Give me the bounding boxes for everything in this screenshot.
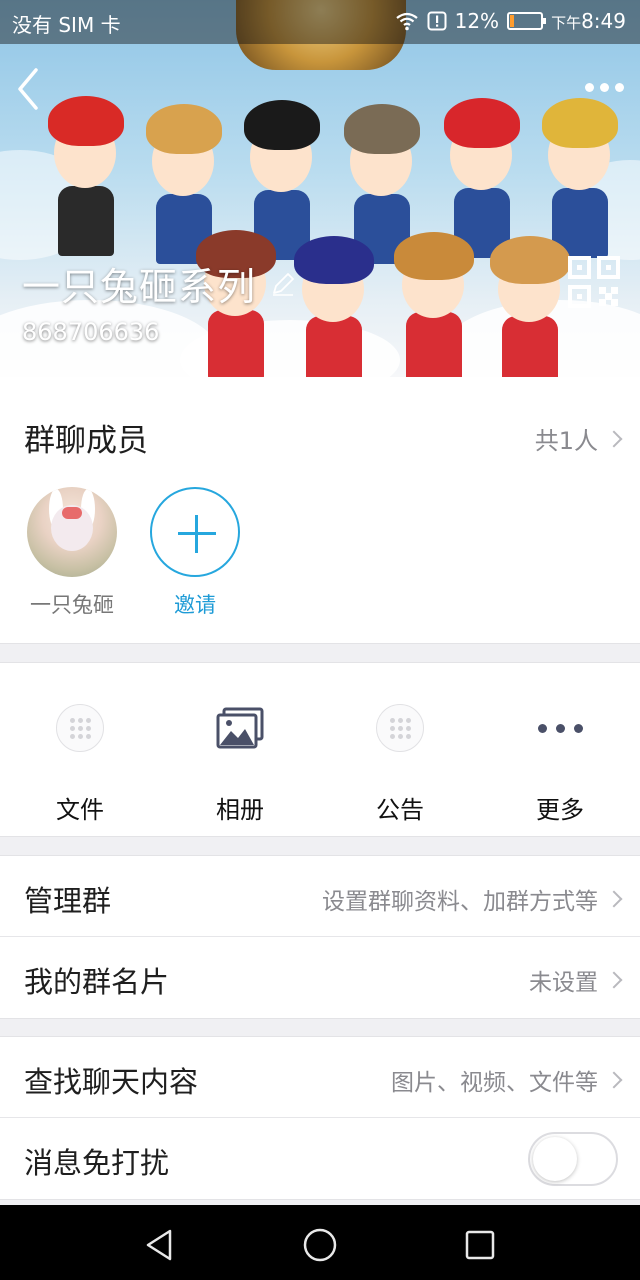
quick-action-label: 文件	[56, 796, 104, 824]
battery-icon	[507, 12, 547, 30]
quick-action-label: 更多	[536, 796, 584, 824]
invite-label: 邀请	[174, 593, 216, 617]
search-chat-content-row[interactable]: 查找聊天内容 图片、视频、文件等	[0, 1037, 640, 1118]
back-arrow-icon	[18, 68, 38, 110]
chevron-right-icon	[605, 890, 623, 908]
quick-actions-bar: 文件 相册 公告 更多	[0, 662, 640, 837]
manage-group-row[interactable]: 管理群 设置群聊资料、加群方式等	[0, 856, 640, 937]
status-bar: 没有 SIM 卡 12% 下午8:49	[0, 0, 640, 44]
banner-character	[388, 232, 478, 377]
banner-character	[484, 236, 574, 377]
qr-code-icon	[568, 256, 620, 308]
row-label: 我的群名片	[24, 965, 170, 999]
notice-dotgrid-icon	[376, 704, 424, 752]
member-name: 一只兔砸	[30, 593, 114, 617]
members-count: 共1人	[534, 427, 598, 455]
members-count-link[interactable]: 共1人	[534, 421, 623, 456]
group-header-banner: 没有 SIM 卡 12% 下午8:49 一只兔砸系列 868706636	[0, 0, 640, 377]
banner-character	[288, 236, 378, 377]
chevron-right-icon	[605, 1071, 623, 1089]
edit-pencil-icon[interactable]	[270, 271, 296, 297]
file-dotgrid-icon	[56, 704, 104, 752]
settings-group-chat: 查找聊天内容 图片、视频、文件等 消息免打扰	[0, 1036, 640, 1200]
row-label: 管理群	[24, 884, 112, 918]
quick-action-label: 相册	[216, 796, 264, 824]
row-label: 查找聊天内容	[24, 1065, 199, 1099]
settings-group-manage: 管理群 设置群聊资料、加群方式等 我的群名片 未设置	[0, 855, 640, 1019]
chevron-right-icon	[605, 430, 623, 447]
nav-back-icon[interactable]	[140, 1225, 180, 1265]
quick-action-album[interactable]: 相册	[160, 703, 320, 825]
members-title: 群聊成员	[24, 423, 148, 459]
more-dots-icon	[537, 723, 583, 733]
alert-icon	[427, 11, 447, 31]
nav-home-icon[interactable]	[300, 1225, 340, 1265]
plus-icon	[150, 487, 240, 577]
quick-action-notice[interactable]: 公告	[320, 703, 480, 825]
clock-time: 8:49	[581, 9, 626, 33]
row-value: 设置群聊资料、加群方式等	[322, 889, 598, 915]
group-name: 一只兔砸系列	[22, 265, 257, 309]
quick-action-label: 公告	[376, 796, 424, 824]
group-name-row[interactable]: 一只兔砸系列	[22, 256, 296, 311]
quick-action-file[interactable]: 文件	[0, 703, 160, 825]
chevron-right-icon	[605, 971, 623, 989]
qr-code-button[interactable]	[568, 256, 620, 308]
wifi-icon	[395, 12, 418, 31]
carrier-label: 没有 SIM 卡	[12, 13, 121, 37]
nav-recents-icon[interactable]	[460, 1225, 500, 1265]
member-item[interactable]: 一只兔砸	[27, 487, 117, 619]
group-members-section: 群聊成员 共1人 一只兔砸 邀请	[0, 377, 640, 644]
quick-action-more[interactable]: 更多	[480, 703, 640, 825]
do-not-disturb-row: 消息免打扰	[0, 1118, 640, 1199]
row-value: 图片、视频、文件等	[391, 1070, 598, 1096]
back-button[interactable]	[8, 62, 52, 116]
row-label: 消息免打扰	[24, 1146, 170, 1180]
avatar	[27, 487, 117, 577]
system-navigation-bar	[0, 1205, 640, 1280]
album-icon	[216, 707, 264, 749]
invite-button[interactable]: 邀请	[150, 487, 240, 619]
battery-percent: 12%	[454, 9, 500, 33]
banner-character	[40, 96, 130, 266]
more-dots-icon	[584, 82, 594, 92]
row-value: 未设置	[529, 970, 598, 996]
my-group-card-row[interactable]: 我的群名片 未设置	[0, 937, 640, 1018]
more-options-button[interactable]	[580, 72, 628, 102]
group-id: 868706636	[22, 318, 160, 346]
do-not-disturb-toggle[interactable]	[528, 1132, 618, 1186]
ampm-label: 下午	[551, 14, 582, 32]
